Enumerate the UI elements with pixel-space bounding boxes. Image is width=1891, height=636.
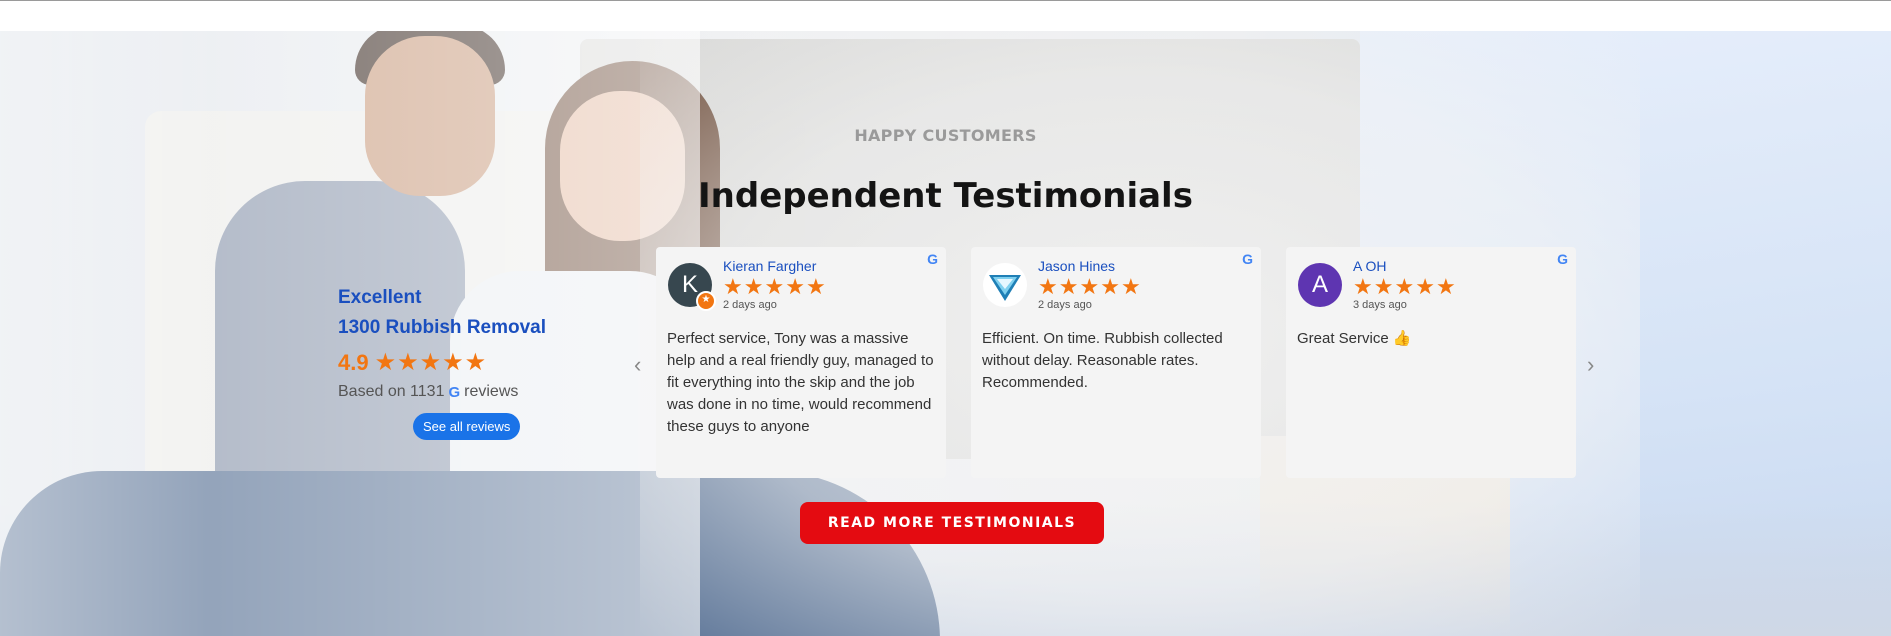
reviewer-name[interactable]: Kieran Fargher xyxy=(723,258,816,274)
star-icon: ★ xyxy=(1373,274,1394,299)
carousel-prev-icon[interactable]: ‹ xyxy=(634,352,641,378)
star-icon: ★ xyxy=(1435,274,1456,299)
google-icon: G xyxy=(1242,251,1253,267)
star-icon: ★ xyxy=(397,349,419,376)
review-card: A A OH ★★★★★ 3 days ago G Great Service … xyxy=(1286,247,1576,478)
reviewer-avatar: A xyxy=(1298,263,1342,307)
rating-row: 4.9 ★★★★★ xyxy=(338,347,548,379)
star-icon: ★ xyxy=(1100,274,1120,299)
section-title: Independent Testimonials xyxy=(698,176,1193,216)
section-eyebrow: HAPPY CUSTOMERS xyxy=(854,126,1037,145)
based-on-text: Based on 1131 G reviews xyxy=(338,383,548,401)
based-suffix: reviews xyxy=(464,383,519,400)
review-card: Jason Hines ★★★★★ 2 days ago G Efficient… xyxy=(971,247,1261,478)
review-text: Perfect service, Tony was a massive help… xyxy=(667,330,934,435)
google-icon: G xyxy=(927,251,938,267)
review-text: Great Service 👍 xyxy=(1297,330,1412,347)
star-icon: ★ xyxy=(442,349,464,376)
review-date: 3 days ago xyxy=(1353,299,1407,311)
star-icon: ★ xyxy=(743,274,764,299)
company-name: 1300 Rubbish Removal xyxy=(338,317,547,338)
reviewer-name[interactable]: Jason Hines xyxy=(1038,258,1115,274)
star-icon: ★ xyxy=(464,349,487,376)
rating-label: Excellent xyxy=(338,287,422,308)
google-icon: G xyxy=(448,383,461,401)
based-prefix: Based on 1131 xyxy=(338,383,445,400)
google-icon: G xyxy=(1557,251,1568,267)
review-card: K ★ Kieran Fargher ★★★★★ 2 days ago G Pe… xyxy=(656,247,946,478)
star-icon: ★ xyxy=(1079,274,1100,299)
rating-summary: Excellent 1300 Rubbish Removal 4.9 ★★★★★… xyxy=(338,287,548,440)
star-icon: ★ xyxy=(723,274,743,299)
star-icon: ★ xyxy=(764,274,785,299)
star-icon: ★ xyxy=(805,274,826,299)
top-divider xyxy=(0,0,1891,1)
star-icon: ★ xyxy=(1353,274,1373,299)
star-icon: ★ xyxy=(1394,274,1415,299)
review-date: 2 days ago xyxy=(723,299,777,311)
avatar-letter: A xyxy=(1311,271,1328,298)
summary-stars: ★★★★★ xyxy=(375,351,488,375)
avatar-letter: K xyxy=(681,271,698,298)
reviewer-name[interactable]: A OH xyxy=(1353,258,1386,274)
local-guide-badge-icon: ★ xyxy=(696,291,716,311)
review-date: 2 days ago xyxy=(1038,299,1092,311)
star-icon: ★ xyxy=(1120,274,1141,299)
star-icon: ★ xyxy=(1038,274,1058,299)
read-more-testimonials-button[interactable]: READ MORE TESTIMONIALS xyxy=(800,502,1104,544)
reviewer-avatar xyxy=(983,263,1027,307)
see-all-reviews-button[interactable]: See all reviews xyxy=(413,413,521,440)
review-stars: ★★★★★ xyxy=(1353,275,1457,299)
review-stars: ★★★★★ xyxy=(723,275,827,299)
star-icon: ★ xyxy=(1415,274,1435,299)
carousel-next-icon[interactable]: › xyxy=(1587,352,1594,378)
reviewer-avatar: K ★ xyxy=(668,263,716,311)
star-icon: ★ xyxy=(1058,274,1079,299)
star-icon: ★ xyxy=(419,349,442,376)
review-text: Efficient. On time. Rubbish collected wi… xyxy=(982,330,1223,391)
rating-value: 4.9 xyxy=(338,350,369,375)
star-icon: ★ xyxy=(374,349,397,376)
review-stars: ★★★★★ xyxy=(1038,275,1142,299)
star-icon: ★ xyxy=(785,274,805,299)
